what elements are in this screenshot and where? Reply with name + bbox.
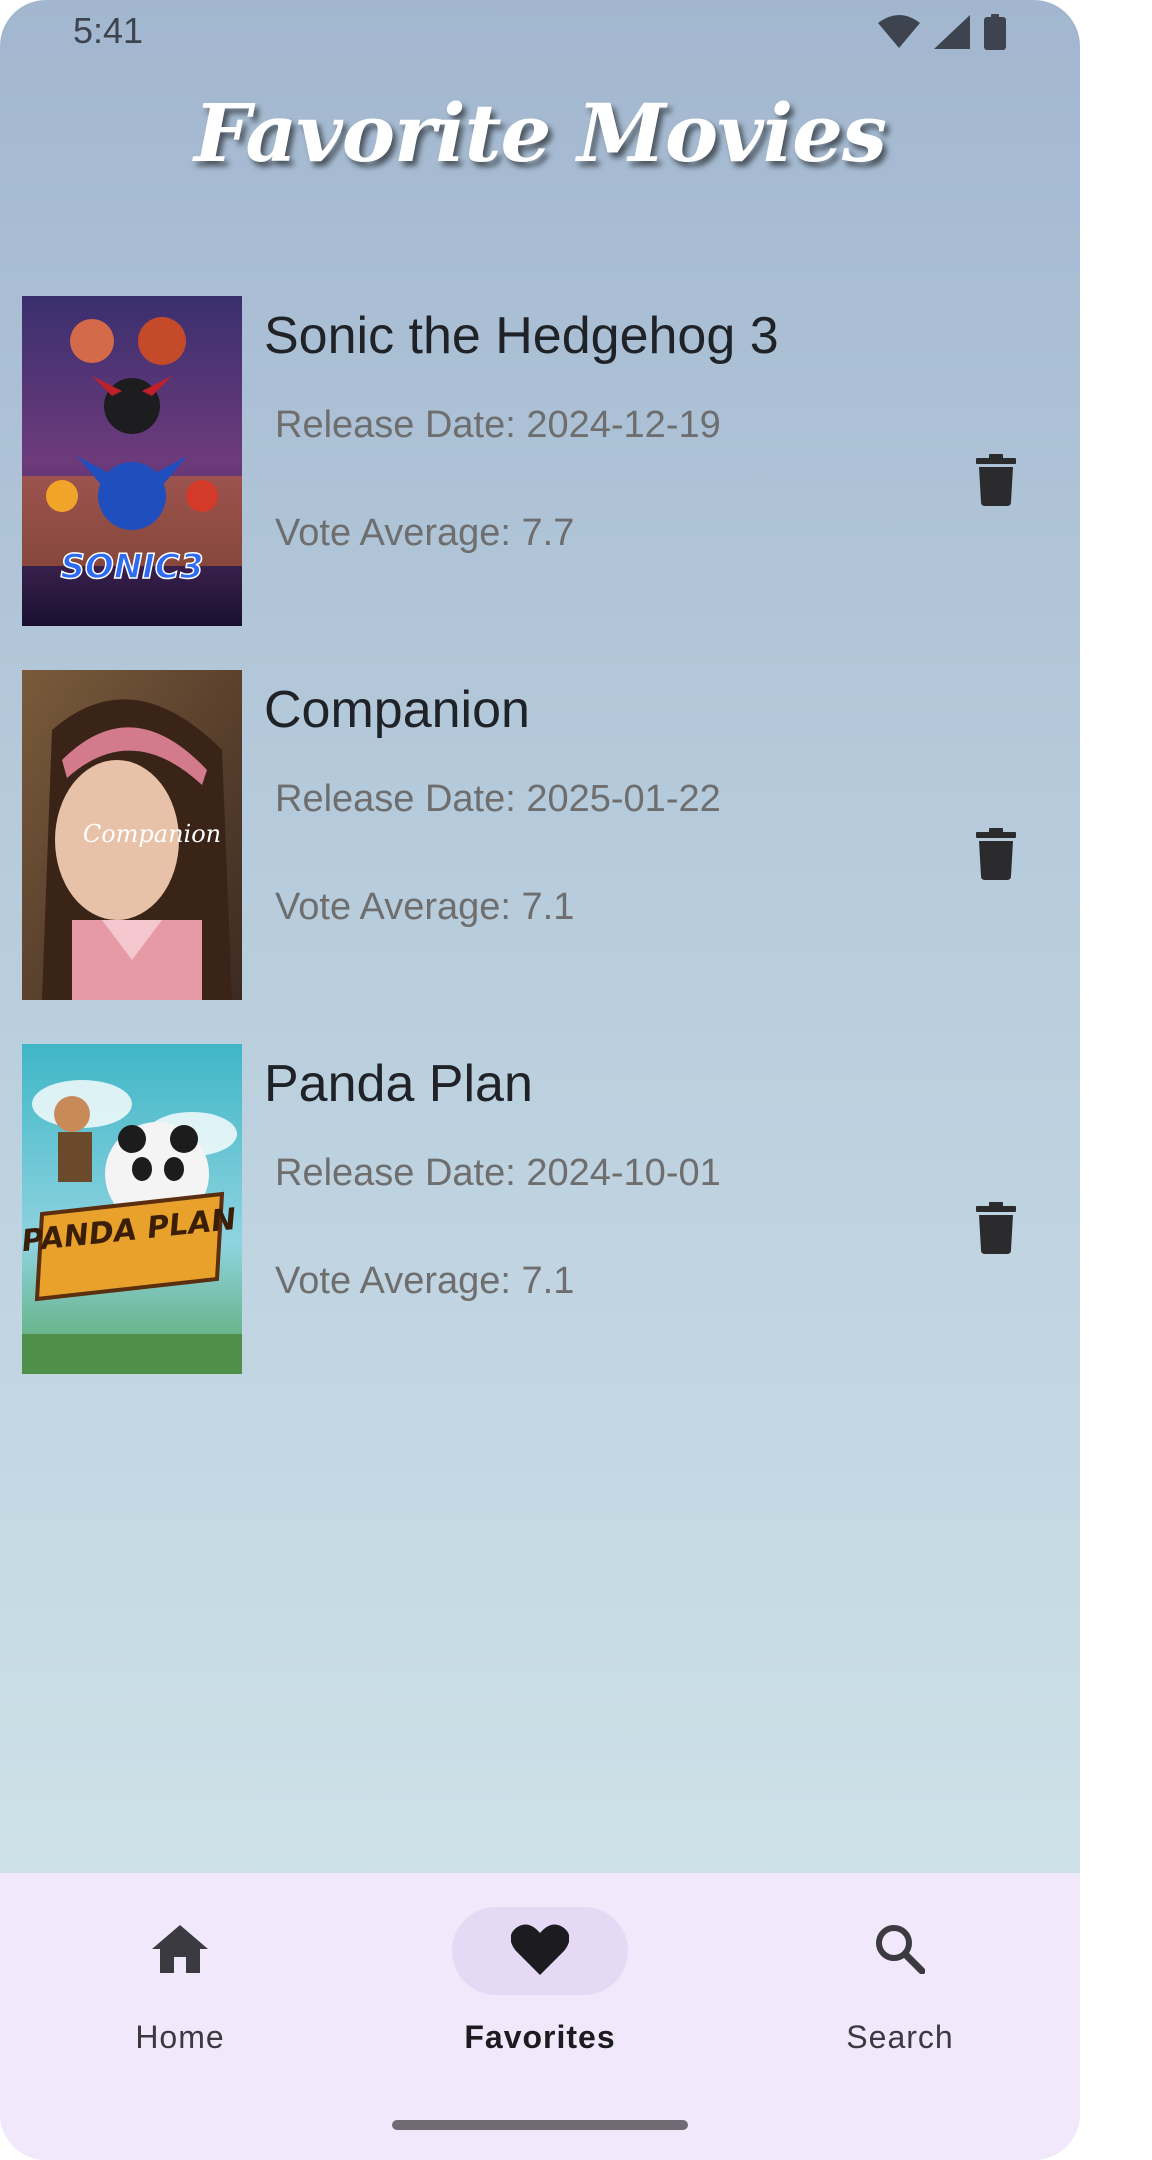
movie-item[interactable]: PANDA PLAN Panda Plan Release Date: 2024… bbox=[0, 1044, 1080, 1376]
svg-text:Companion: Companion bbox=[83, 820, 221, 848]
home-indicator[interactable] bbox=[392, 2120, 688, 2130]
nav-item-favorites[interactable]: Favorites bbox=[390, 1873, 690, 2093]
page-title: Favorite Movies bbox=[193, 86, 887, 180]
nav-icon-container bbox=[812, 1907, 988, 1995]
nav-item-search[interactable]: Search bbox=[750, 1873, 1050, 2093]
movie-vote-average: Vote Average: 7.1 bbox=[275, 1260, 575, 1302]
movie-title: Companion bbox=[264, 681, 530, 739]
movie-title: Sonic the Hedgehog 3 bbox=[264, 307, 779, 365]
nav-icon-container bbox=[92, 1907, 268, 1995]
movie-release-date: Release Date: 2025-01-22 bbox=[275, 778, 721, 820]
movie-release-date: Release Date: 2024-12-19 bbox=[275, 404, 721, 446]
movie-vote-average: Vote Average: 7.7 bbox=[275, 512, 575, 554]
movie-title: Panda Plan bbox=[264, 1055, 533, 1113]
trash-icon bbox=[976, 453, 1016, 511]
battery-icon bbox=[984, 14, 1006, 50]
movie-item[interactable]: Companion Companion Release Date: 2025-0… bbox=[0, 670, 1080, 1002]
svg-text:SONIC3: SONIC3 bbox=[60, 547, 203, 587]
movie-item[interactable]: SONIC3 Sonic the Hedgehog 3 Release Date… bbox=[0, 296, 1080, 628]
nav-label-home: Home bbox=[135, 2019, 225, 2055]
delete-button[interactable] bbox=[966, 1200, 1026, 1260]
status-icons bbox=[878, 14, 1006, 50]
status-bar: 5:41 bbox=[0, 0, 1080, 64]
movie-poster[interactable]: SONIC3 bbox=[22, 296, 242, 626]
delete-button[interactable] bbox=[966, 452, 1026, 512]
movie-vote-average: Vote Average: 7.1 bbox=[275, 886, 575, 928]
trash-icon bbox=[976, 1201, 1016, 1259]
cellular-signal-icon bbox=[934, 15, 970, 49]
app-screen: 5:41 Favorite Movies SONIC3 Sonic the He… bbox=[0, 0, 1080, 2160]
bottom-navigation: Home Favorites Search bbox=[0, 1873, 1080, 2160]
heart-icon bbox=[510, 1923, 570, 1980]
wifi-icon bbox=[878, 15, 920, 49]
movie-poster[interactable]: PANDA PLAN bbox=[22, 1044, 242, 1374]
nav-icon-container bbox=[452, 1907, 628, 1995]
nav-item-home[interactable]: Home bbox=[30, 1873, 330, 2093]
movie-release-date: Release Date: 2024-10-01 bbox=[275, 1152, 721, 1194]
nav-label-search: Search bbox=[846, 2019, 954, 2055]
status-time: 5:41 bbox=[73, 10, 144, 51]
search-icon bbox=[875, 1924, 926, 1979]
movie-poster[interactable]: Companion bbox=[22, 670, 242, 1000]
nav-label-favorites: Favorites bbox=[464, 2019, 616, 2055]
delete-button[interactable] bbox=[966, 826, 1026, 886]
home-icon bbox=[152, 1924, 208, 1978]
trash-icon bbox=[976, 827, 1016, 885]
